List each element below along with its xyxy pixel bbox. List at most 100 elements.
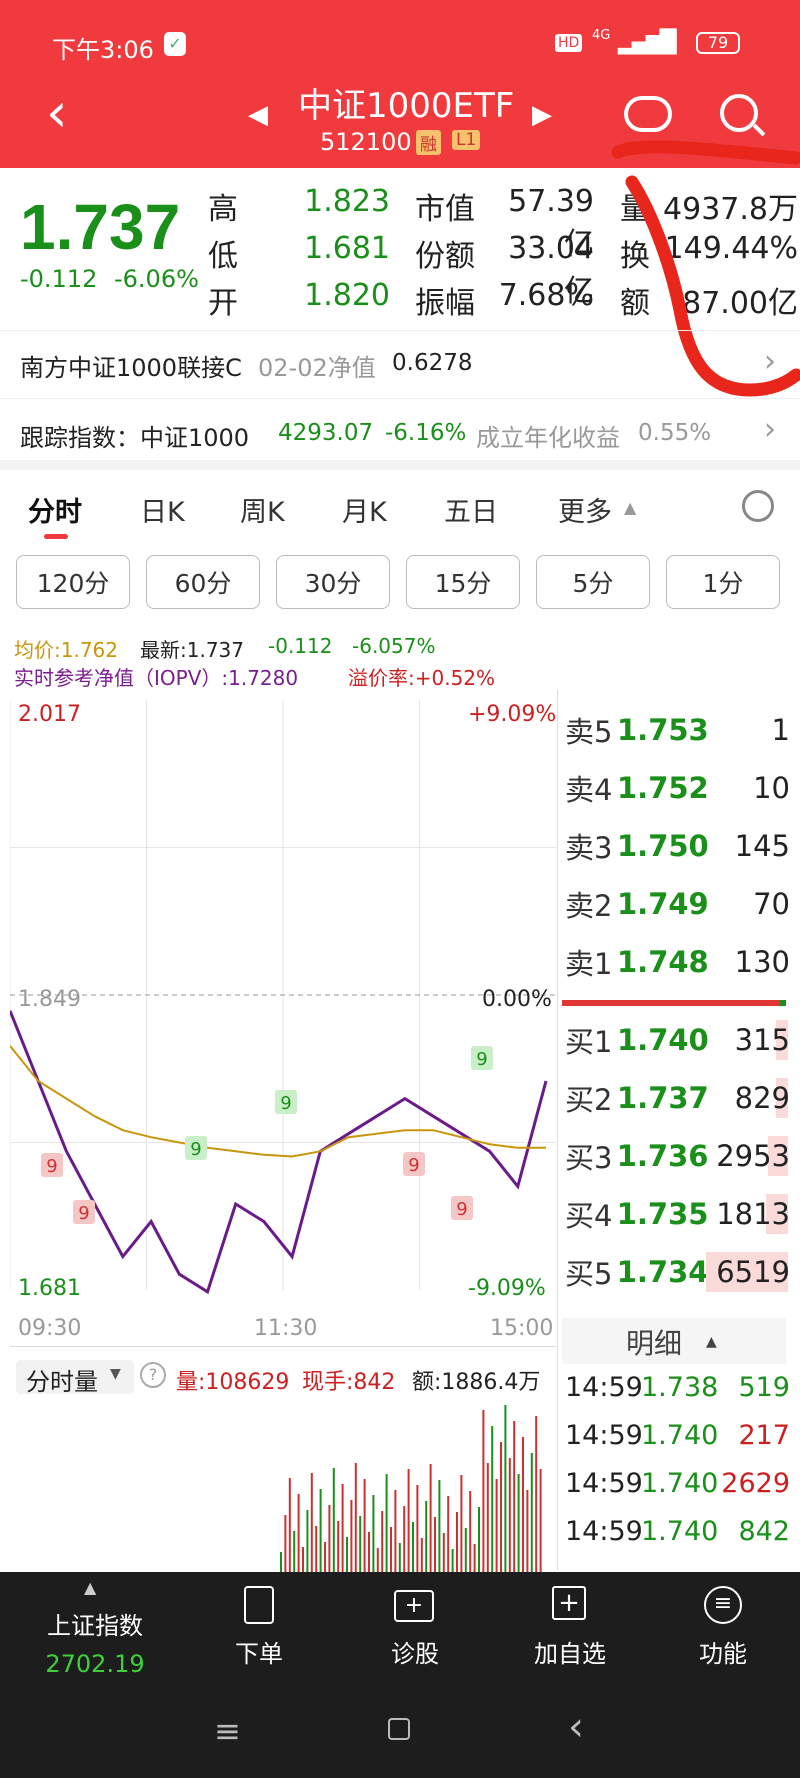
help-icon[interactable]: ? [140, 1362, 166, 1388]
tick-price: 1.738 [641, 1372, 719, 1403]
tab-intraday[interactable]: 分时 [28, 490, 82, 529]
system-menu-icon[interactable]: ≡ [214, 1712, 241, 1750]
robot-icon[interactable] [624, 96, 672, 132]
tab-five-day[interactable]: 五日 [444, 490, 498, 529]
tab-weekly-k[interactable]: 周K [240, 490, 285, 529]
next-stock-icon[interactable]: ▶ [532, 100, 552, 130]
ticks-title[interactable]: 明细 [626, 1322, 682, 1362]
ask-row[interactable]: 卖1 1.748 130 [565, 940, 790, 984]
volume-bar [381, 1511, 384, 1572]
volume-bar [337, 1521, 340, 1572]
search-icon-handle [752, 123, 766, 137]
volume-selector[interactable]: 分时量 [26, 1362, 98, 1397]
chevron-right-icon[interactable]: › [764, 412, 776, 447]
time-end: 15:00 [490, 1316, 554, 1341]
avg-price: 均价:1.762 [14, 638, 118, 662]
volume-bar [535, 1416, 538, 1572]
last-price: 1.737 [20, 191, 181, 263]
volume-bar [434, 1517, 436, 1572]
bid-row[interactable]: 买5 1.734 6519 [565, 1250, 790, 1294]
tick-volume: 519 [738, 1372, 790, 1403]
settings-icon[interactable] [742, 490, 774, 522]
annual-return-label: 成立年化收益 [476, 424, 620, 452]
volume-bar [451, 1549, 454, 1572]
chart-top-price: 2.017 [18, 702, 81, 727]
tab-monthly-k[interactable]: 月K [342, 490, 387, 529]
bid-row[interactable]: 买1 1.740 315 [565, 1018, 790, 1062]
period-30m[interactable]: 30分 [276, 555, 390, 609]
tab-daily-k[interactable]: 日K [140, 490, 185, 529]
volume-bar [447, 1496, 450, 1572]
volume-bar [513, 1421, 516, 1572]
ask-row[interactable]: 卖4 1.752 10 [565, 766, 790, 810]
add-favorite-button[interactable]: 加自选 [520, 1634, 620, 1669]
volume-bar [293, 1531, 296, 1572]
ask-row[interactable]: 卖2 1.749 70 [565, 882, 790, 926]
period-15m[interactable]: 15分 [406, 555, 520, 609]
period-120m[interactable]: 120分 [16, 555, 130, 609]
low-value: 1.681 [304, 231, 390, 266]
book-volume: 6519 [716, 1255, 790, 1289]
volume-bar [284, 1515, 287, 1572]
caret-up-icon: ▲ [706, 1334, 717, 1350]
period-1m[interactable]: 1分 [666, 555, 780, 609]
volume-bar [517, 1474, 520, 1572]
book-volume: 130 [734, 945, 790, 979]
functions-button[interactable]: 功能 [678, 1634, 768, 1669]
volume-bar [469, 1491, 472, 1572]
book-volume: 10 [753, 771, 790, 805]
ask-row[interactable]: 卖3 1.750 145 [565, 824, 790, 868]
mcap-label: 市值 [415, 192, 475, 227]
volume-bar [385, 1474, 388, 1572]
signal-marker-label: 9 [476, 1049, 487, 1070]
back-icon[interactable]: ‹ [46, 86, 68, 140]
volume-bar [346, 1537, 348, 1572]
period-60m[interactable]: 60分 [146, 555, 260, 609]
prev-stock-icon[interactable]: ◀ [248, 100, 268, 130]
volume-bar [429, 1464, 432, 1572]
low-label: 低 [208, 239, 238, 274]
chart-mid-pct: 0.00% [482, 987, 552, 1012]
tick-time: 14:59 [565, 1420, 643, 1451]
book-level-label: 卖4 [565, 773, 613, 807]
volume-bar [500, 1442, 502, 1572]
book-price: 1.737 [617, 1081, 709, 1115]
chevron-right-icon[interactable]: › [764, 344, 776, 379]
bid-row[interactable]: 买4 1.735 1813 [565, 1192, 790, 1236]
tracking-index-label[interactable]: 跟踪指数：中证1000 [20, 418, 249, 453]
volume-bar [376, 1548, 379, 1572]
volume-bar [412, 1522, 414, 1572]
fund-name[interactable]: 南方中证1000联接C [20, 348, 242, 383]
tick-volume: 217 [738, 1420, 790, 1451]
volume-bar [310, 1473, 313, 1572]
tracking-index-value: 4293.07 [278, 420, 374, 446]
ask-row[interactable]: 卖5 1.753 1 [565, 708, 790, 752]
period-5m[interactable]: 5分 [536, 555, 650, 609]
system-home-icon[interactable] [388, 1718, 410, 1740]
volume-bar [526, 1490, 529, 1572]
volume-bar [442, 1533, 445, 1572]
book-price: 1.740 [617, 1023, 709, 1057]
order-button[interactable]: 下单 [214, 1634, 304, 1669]
volume-bar [390, 1527, 392, 1572]
status-time: 下午3:06 [52, 36, 154, 64]
index-name[interactable]: 上证指数 [30, 1606, 160, 1641]
book-volume: 70 [753, 887, 790, 921]
book-volume: 2953 [716, 1139, 790, 1173]
bid-row[interactable]: 买3 1.736 2953 [565, 1134, 790, 1178]
chart-top-pct: +9.09% [468, 702, 557, 727]
system-back-icon[interactable]: ‹ [568, 1704, 584, 1750]
book-ratio-bar [562, 1000, 786, 1006]
diagnose-button[interactable]: 诊股 [370, 1634, 460, 1669]
annual-return-value: 0.55% [638, 420, 712, 446]
volume-bar [306, 1510, 309, 1572]
intraday-chart[interactable]: 9 9 9 9 9 9 9 [10, 690, 556, 1310]
info-change: -0.112 [268, 634, 333, 658]
volume-bar [288, 1478, 291, 1572]
bid-row[interactable]: 买2 1.737 829 [565, 1076, 790, 1120]
tab-more[interactable]: 更多 [558, 490, 612, 529]
signal-marker-label: 9 [78, 1203, 89, 1224]
add-favorite-icon: + [552, 1586, 586, 1620]
book-level-label: 买3 [565, 1141, 613, 1175]
stock-title: 中证1000ETF [298, 86, 515, 126]
